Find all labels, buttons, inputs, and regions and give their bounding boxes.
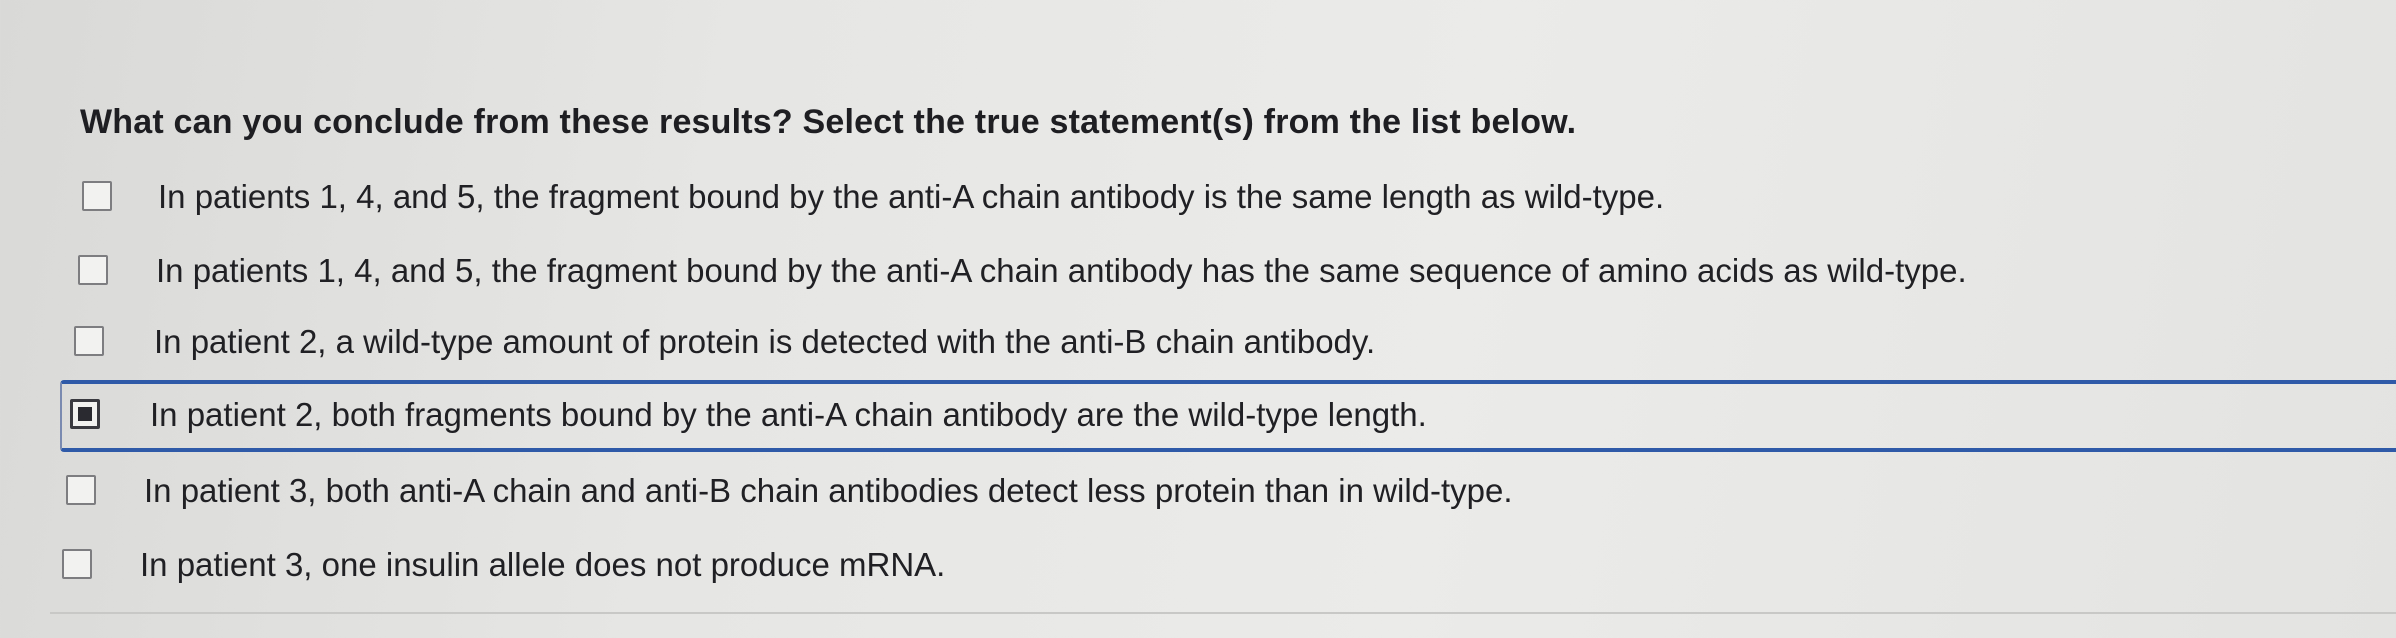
- option-3-label: In patient 2, a wild-type amount of prot…: [154, 323, 1376, 360]
- divider-line: [50, 612, 2396, 614]
- question-text: What can you conclude from these results…: [80, 103, 1577, 141]
- option-6-label: In patient 3, one insulin allele does no…: [140, 546, 946, 583]
- option-5-checkbox[interactable]: [66, 475, 96, 505]
- option-1-checkbox[interactable]: [82, 181, 112, 211]
- option-1-label: In patients 1, 4, and 5, the fragment bo…: [158, 178, 1665, 215]
- option-3-checkbox[interactable]: [74, 326, 104, 356]
- option-5-label: In patient 3, both anti-A chain and anti…: [144, 472, 1513, 509]
- option-2-label: In patients 1, 4, and 5, the fragment bo…: [156, 252, 1967, 289]
- option-6-checkbox[interactable]: [62, 549, 92, 579]
- option-4-checkbox[interactable]: [70, 399, 100, 429]
- option-4-label: In patient 2, both fragments bound by th…: [150, 396, 1427, 433]
- option-2-checkbox[interactable]: [78, 255, 108, 285]
